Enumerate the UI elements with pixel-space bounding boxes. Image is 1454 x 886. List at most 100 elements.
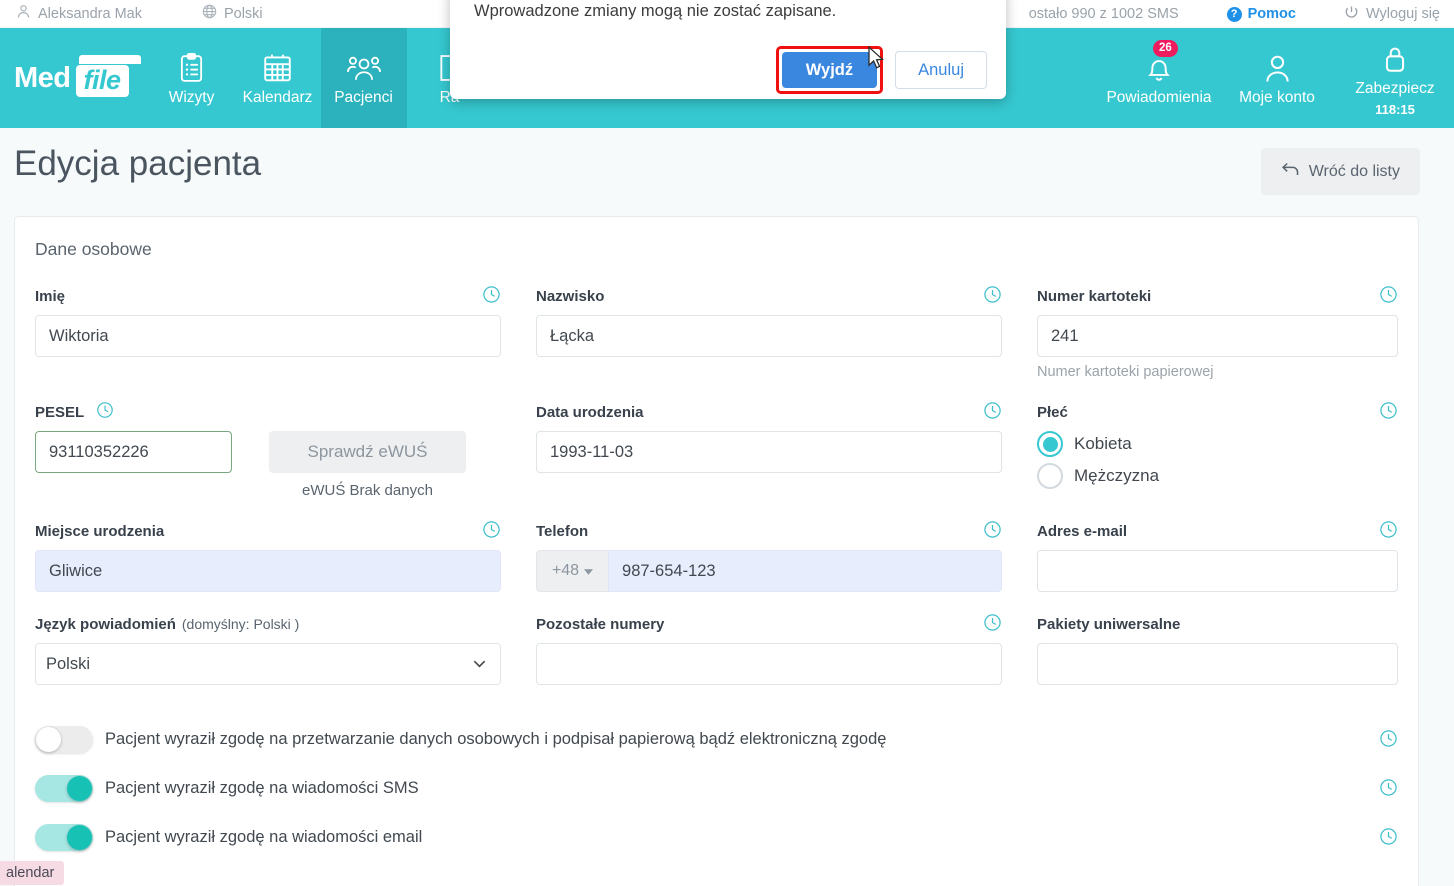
page-header: Edycja pacjenta Wróć do listy: [0, 128, 1454, 216]
history-clock-icon[interactable]: [1379, 401, 1398, 424]
back-to-list-button[interactable]: Wróć do listy: [1260, 148, 1420, 195]
pozostale-numery-input[interactable]: [536, 643, 1002, 685]
app-logo[interactable]: Med file: [0, 28, 149, 128]
field-label: Adres e-mail: [1037, 522, 1128, 540]
history-clock-icon[interactable]: [983, 520, 1002, 543]
history-clock-icon[interactable]: [482, 520, 501, 543]
history-clock-icon[interactable]: [1379, 520, 1398, 543]
person-icon: [16, 4, 31, 23]
current-user[interactable]: Aleksandra Mak: [16, 4, 142, 23]
data-urodzenia-input[interactable]: [536, 431, 1002, 473]
sms-counter: ostało 990 z 1002 SMS: [1028, 6, 1179, 22]
field-label-row: Pakiety uniwersalne: [1037, 614, 1398, 634]
toggle-row-sms: Pacjent wyraził zgodę na wiadomości SMS: [35, 764, 1398, 813]
logout-link[interactable]: Wyloguj się: [1344, 5, 1440, 24]
card-section-title: Dane osobowe: [35, 239, 152, 259]
nav-item-label: Powiadomienia: [1106, 89, 1212, 106]
history-clock-icon[interactable]: [983, 401, 1002, 424]
field-nazwisko: Nazwisko: [536, 285, 1002, 380]
nav-item-label: Moje konto: [1239, 89, 1315, 106]
toggle-knob: [36, 727, 61, 752]
security-timer: 118:15: [1375, 101, 1415, 117]
field-label: Numer kartoteki: [1037, 287, 1152, 305]
nav-item-zabezpiecz[interactable]: Zabezpiecz 118:15: [1336, 28, 1454, 128]
field-pesel: PESEL Sprawdź eWUŚ eWUŚ Brak danych: [35, 402, 501, 499]
field-label: Imię: [35, 287, 66, 305]
history-clock-icon[interactable]: [96, 401, 114, 423]
field-imie: Imię: [35, 285, 501, 380]
ewus-group: Sprawdź eWUŚ eWUŚ Brak danych: [269, 431, 466, 499]
field-label-row: Data urodzenia: [536, 401, 1002, 424]
field-jezyk-powiadomien: Język powiadomień (domyślny: Polski ) Po…: [35, 614, 501, 685]
imie-input[interactable]: [35, 315, 501, 357]
field-label: Data urodzenia: [536, 403, 644, 421]
nav-item-moje-konto[interactable]: Moje konto: [1218, 28, 1336, 128]
pesel-input[interactable]: [35, 431, 232, 473]
field-label-row: Pozostałe numery: [536, 613, 1002, 636]
logo-file-text: file: [75, 64, 129, 97]
history-clock-icon[interactable]: [983, 613, 1002, 636]
history-clock-icon[interactable]: [1379, 827, 1398, 851]
leave-confirmation-dialog: Wprowadzone zmiany mogą nie zostać zapis…: [450, 0, 1006, 99]
history-clock-icon[interactable]: [1379, 729, 1398, 753]
radio-button[interactable]: [1037, 463, 1063, 489]
field-label-row: Język powiadomień (domyślny: Polski ): [35, 614, 501, 634]
consent-toggles: Pacjent wyraził zgodę na przetwarzanie d…: [35, 715, 1398, 862]
history-clock-icon[interactable]: [983, 285, 1002, 308]
radio-button-selected[interactable]: [1037, 431, 1063, 457]
toggle-switch-sms[interactable]: [35, 775, 93, 802]
secondary-nav-items: 26 Powiadomienia Moje konto Zabezpiecz 1…: [1100, 28, 1454, 128]
nav-item-pacjenci[interactable]: Pacjenci: [320, 28, 407, 128]
adres-email-input[interactable]: [1037, 550, 1398, 592]
toggle-switch-email[interactable]: [35, 824, 93, 851]
telefon-input[interactable]: [608, 550, 1002, 592]
country-code-dropdown[interactable]: +48: [536, 550, 609, 592]
logo-file-wrap: file: [75, 54, 141, 97]
chevron-down-icon: [584, 562, 594, 580]
field-telefon: Telefon +48: [536, 520, 1002, 592]
arrow-back-icon: [1281, 161, 1300, 182]
help-link[interactable]: ? Pomoc: [1226, 6, 1296, 22]
field-label-row: Imię: [35, 285, 501, 308]
clipboard-icon: [178, 53, 205, 83]
field-miejsce-urodzenia: Miejsce urodzenia: [35, 520, 501, 592]
field-sublabel: (domyślny: Polski ): [181, 615, 300, 632]
topbar-left-group: Aleksandra Mak Polski: [0, 4, 303, 23]
nav-item-powiadomienia[interactable]: 26 Powiadomienia: [1100, 28, 1218, 128]
field-label-row: Płeć: [1037, 401, 1398, 424]
nav-item-wizyty[interactable]: Wizyty: [149, 28, 235, 128]
pakiety-uniwersalne-input[interactable]: [1037, 643, 1398, 685]
numer-kartoteki-input[interactable]: [1037, 315, 1398, 357]
nav-item-kalendarz[interactable]: Kalendarz: [235, 28, 321, 128]
confirm-leave-button[interactable]: Wyjdź: [781, 52, 878, 88]
toggle-knob: [67, 776, 92, 801]
cancel-button[interactable]: Anuluj: [895, 51, 987, 89]
patients-icon: [346, 53, 381, 83]
dialog-actions: Wyjdź Anuluj: [775, 46, 987, 94]
confirm-button-highlight: Wyjdź: [775, 46, 884, 94]
field-label: Telefon: [536, 522, 589, 540]
history-clock-icon[interactable]: [1379, 778, 1398, 802]
notification-badge: 26: [1153, 40, 1178, 57]
field-adres-email: Adres e-mail: [1037, 520, 1398, 592]
radio-option-mezczyzna[interactable]: Mężczyzna: [1037, 463, 1398, 489]
globe-icon: [202, 4, 217, 23]
nazwisko-input[interactable]: [536, 315, 1002, 357]
check-ewus-button[interactable]: Sprawdź eWUŚ: [269, 431, 466, 473]
nav-item-label: Zabezpiecz: [1355, 79, 1435, 97]
toggle-switch-rodo[interactable]: [35, 726, 93, 753]
radio-option-kobieta[interactable]: Kobieta: [1037, 431, 1398, 457]
history-clock-icon[interactable]: [482, 285, 501, 308]
miejsce-urodzenia-input[interactable]: [35, 550, 501, 592]
field-data-urodzenia: Data urodzenia: [536, 401, 1002, 499]
field-label: Pozostałe numery: [536, 615, 665, 633]
field-label: Język powiadomień: [35, 615, 176, 633]
history-clock-icon[interactable]: [1379, 285, 1398, 308]
calendar-icon: [263, 53, 292, 83]
radio-label: Mężczyzna: [1074, 466, 1160, 485]
field-numer-kartoteki: Numer kartoteki Numer kartoteki papierow…: [1037, 285, 1398, 380]
jezyk-powiadomien-select[interactable]: Polski: [35, 643, 501, 685]
radio-label: Kobieta: [1074, 434, 1132, 453]
language-selector[interactable]: Polski: [202, 4, 263, 23]
topbar-right-group: ostało 990 z 1002 SMS ? Pomoc Wyloguj si…: [1029, 0, 1454, 28]
